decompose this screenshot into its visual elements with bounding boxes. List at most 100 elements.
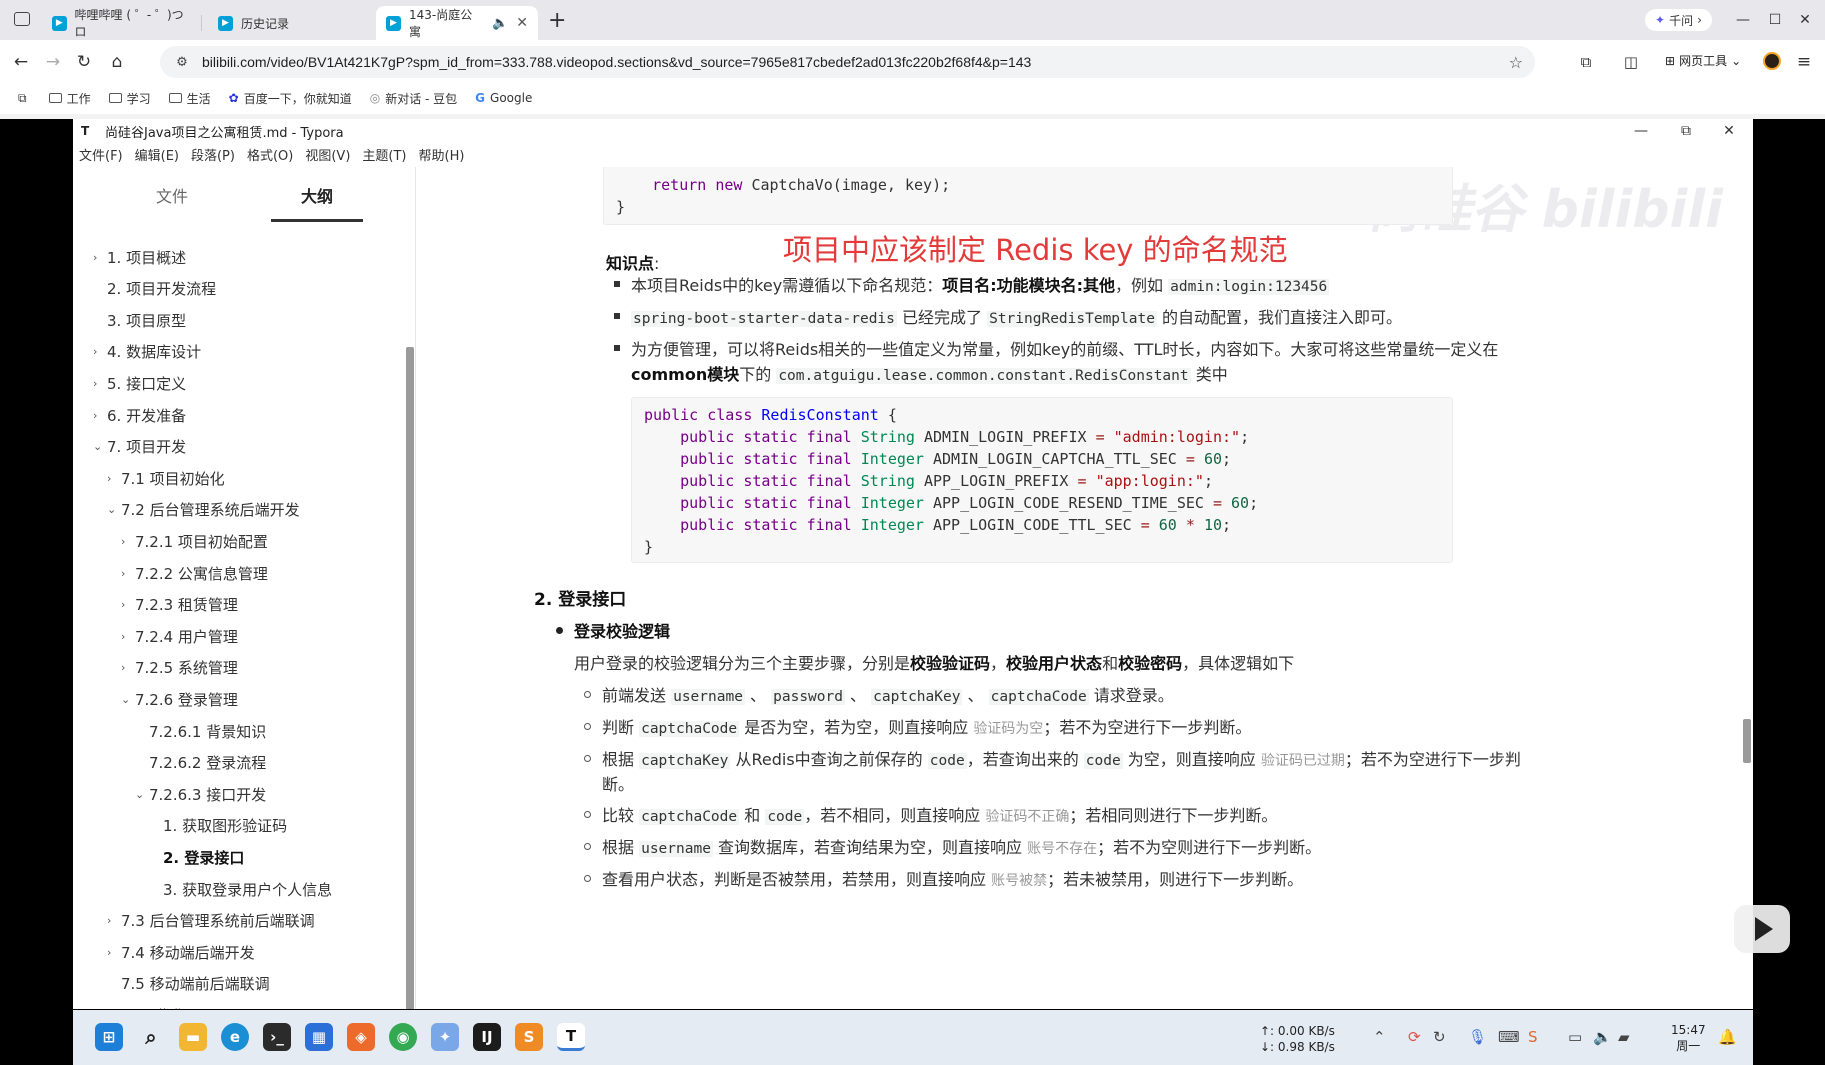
sidebar-scrollbar[interactable] [406,347,414,1009]
outline-item[interactable]: ⌄ 7.2.6 登录管理 [121,685,238,713]
intellij-icon[interactable]: IJ [473,1023,501,1051]
outline-item[interactable]: ⌄ 7. 项目开发 [93,433,186,461]
microphone-icon[interactable]: 🎙 [1468,1028,1487,1046]
tab-actions-icon[interactable] [14,12,30,26]
edge-icon[interactable]: e [221,1023,249,1051]
outline-item[interactable]: › 7.3 后台管理系统前后端联调 [107,907,315,935]
sogou-icon[interactable]: S [1528,1028,1538,1046]
bookmark-folder-work[interactable]: 工作 [48,90,91,107]
menu-edit[interactable]: 编辑(E) [129,145,185,167]
chevron-right-icon[interactable]: › [121,661,135,674]
screenshot-icon[interactable]: ◫ [1620,51,1642,73]
outline-item[interactable]: 7.2.6.1 背景知识 [135,717,266,745]
outline-item[interactable]: 2. 登录接口 [149,843,244,871]
outline-item[interactable]: 1. 获取图形验证码 [149,812,287,840]
url-text[interactable]: bilibili.com/video/BV1At421K7gP?spm_id_f… [202,54,1031,70]
avatar[interactable] [1763,52,1781,70]
speaker-icon[interactable]: 🔈 [492,16,508,31]
notification-bell-icon[interactable]: 🔔 [1718,1028,1737,1046]
outline-item[interactable]: 3. 获取登录用户个人信息 [149,875,332,903]
typora-icon[interactable]: T [557,1023,585,1051]
chevron-down-icon[interactable]: ⌄ [135,788,149,801]
bookmark-doubao[interactable]: ◎ 新对话 - 豆包 [370,90,457,107]
tab-bilibili-home[interactable]: ▶ 哔哩哔哩 ( ゜- ゜)つロ [42,6,202,40]
bookmark-folder-life[interactable]: 生活 [168,90,211,107]
chevron-right-icon[interactable]: › [93,345,107,358]
chrome-icon[interactable]: ◉ [389,1023,417,1051]
chevron-down-icon[interactable]: ⌄ [121,693,135,706]
outline-item[interactable]: › 5. 接口定义 [93,369,186,397]
chevron-right-icon[interactable]: › [121,535,135,548]
outline-item[interactable]: ›8. 项目优化 [93,1001,186,1009]
chevron-right-icon[interactable]: › [121,567,135,580]
bookmark-google[interactable]: G Google [475,91,532,105]
outline-item[interactable]: ⌄ 7.2.6.3 接口开发 [135,780,266,808]
close-icon[interactable]: ✕ [516,15,528,31]
web-tools-button[interactable]: ⊞ 网页工具 ⌄ [1665,52,1741,69]
reload-button[interactable]: ↻ [73,51,95,73]
extensions-icon[interactable]: ⧉ [1575,51,1597,73]
chevron-right-icon[interactable]: › [93,409,107,422]
forward-button[interactable]: → [42,51,64,73]
battery-icon[interactable]: ▰ [1618,1028,1630,1046]
volume-icon[interactable]: 🔈 [1593,1028,1612,1046]
sync-icon[interactable]: ↻ [1433,1028,1446,1046]
app-pinwheel-icon[interactable]: ✦ [431,1023,459,1051]
tab-video[interactable]: ▶ 143-尚庭公寓 🔈 ✕ [376,6,538,40]
sublime-icon[interactable]: S [515,1023,543,1051]
chevron-right-icon[interactable]: › [93,377,107,390]
menu-format[interactable]: 格式(O) [241,145,299,167]
bookmark-folder-study[interactable]: 学习 [108,90,151,107]
display-icon[interactable]: ▭ [1568,1028,1582,1046]
new-tab-button[interactable]: + [548,8,566,33]
menu-theme[interactable]: 主题(T) [356,145,412,167]
menu-view[interactable]: 视图(V) [299,145,356,167]
typora-close-button[interactable]: ✕ [1706,119,1752,143]
chevron-down-icon[interactable]: ⌄ [107,503,121,516]
tab-files[interactable]: 文件 [156,183,188,207]
chevron-right-icon[interactable]: › [93,251,107,264]
clock[interactable]: 15:47 周一 [1671,1022,1706,1054]
outline-item[interactable]: › 7.2.5 系统管理 [121,654,238,682]
star-icon[interactable]: ☆ [1509,53,1523,72]
chevron-right-icon[interactable]: › [121,630,135,643]
tab-history[interactable]: ▶ 历史记录 [208,6,368,40]
outline-item[interactable]: › 7.2.1 项目初始配置 [121,527,268,555]
site-info-icon[interactable]: ⚙ [174,54,190,70]
typora-restore-button[interactable]: ⧉ [1663,119,1709,143]
chevron-right-icon[interactable]: › [107,914,121,927]
search-icon[interactable]: ⌕ [137,1023,165,1051]
chevron-right-icon[interactable]: › [107,472,121,485]
terminal-icon[interactable]: ›_ [263,1023,291,1051]
play-button[interactable] [1734,905,1790,953]
file-explorer-icon[interactable]: ▬ [179,1023,207,1051]
outline-item[interactable]: › 6. 开发准备 [93,401,186,429]
tab-outline[interactable]: 大纲 [301,183,333,207]
menu-help[interactable]: 帮助(H) [413,145,471,167]
back-button[interactable]: ← [10,51,32,73]
typora-minimize-button[interactable]: — [1618,119,1664,143]
menu-file[interactable]: 文件(F) [73,145,129,167]
outline-item[interactable]: › 7.2.4 用户管理 [121,622,238,650]
app-orange-icon[interactable]: ◈ [347,1023,375,1051]
outline-item[interactable]: › 7.2.3 租赁管理 [121,591,238,619]
close-window-button[interactable]: ✕ [1782,8,1825,32]
outline-item[interactable]: 7.5 移动端前后端联调 [107,970,270,998]
bookmark-manager-icon[interactable]: ⧉ [18,91,27,106]
chevron-up-icon[interactable]: ⌃ [1373,1028,1386,1046]
outline-item[interactable]: 2. 项目开发流程 [93,275,216,303]
bookmark-baidu[interactable]: ✿ 百度一下，你就知道 [229,90,352,107]
tray-app-icon[interactable]: ⟳ [1408,1028,1421,1046]
outline-item[interactable]: › 7.1 项目初始化 [107,464,225,492]
outline-item[interactable]: › 7.4 移动端后端开发 [107,938,255,966]
ime-icon[interactable]: ⌨ [1498,1028,1520,1046]
chevron-right-icon[interactable]: › [121,598,135,611]
editor-scrollbar[interactable] [1743,719,1751,763]
outline-item[interactable]: › 4. 数据库设计 [93,338,201,366]
outline-item[interactable]: › 7.2.2 公寓信息管理 [121,559,268,587]
outline-item[interactable]: 3. 项目原型 [93,306,186,334]
outline-item[interactable]: ⌄ 7.2 后台管理系统后端开发 [107,496,300,524]
outline-item[interactable]: › 1. 项目概述 [93,243,186,271]
store-icon[interactable]: ▦ [305,1023,333,1051]
chevron-right-icon[interactable]: › [107,946,121,959]
